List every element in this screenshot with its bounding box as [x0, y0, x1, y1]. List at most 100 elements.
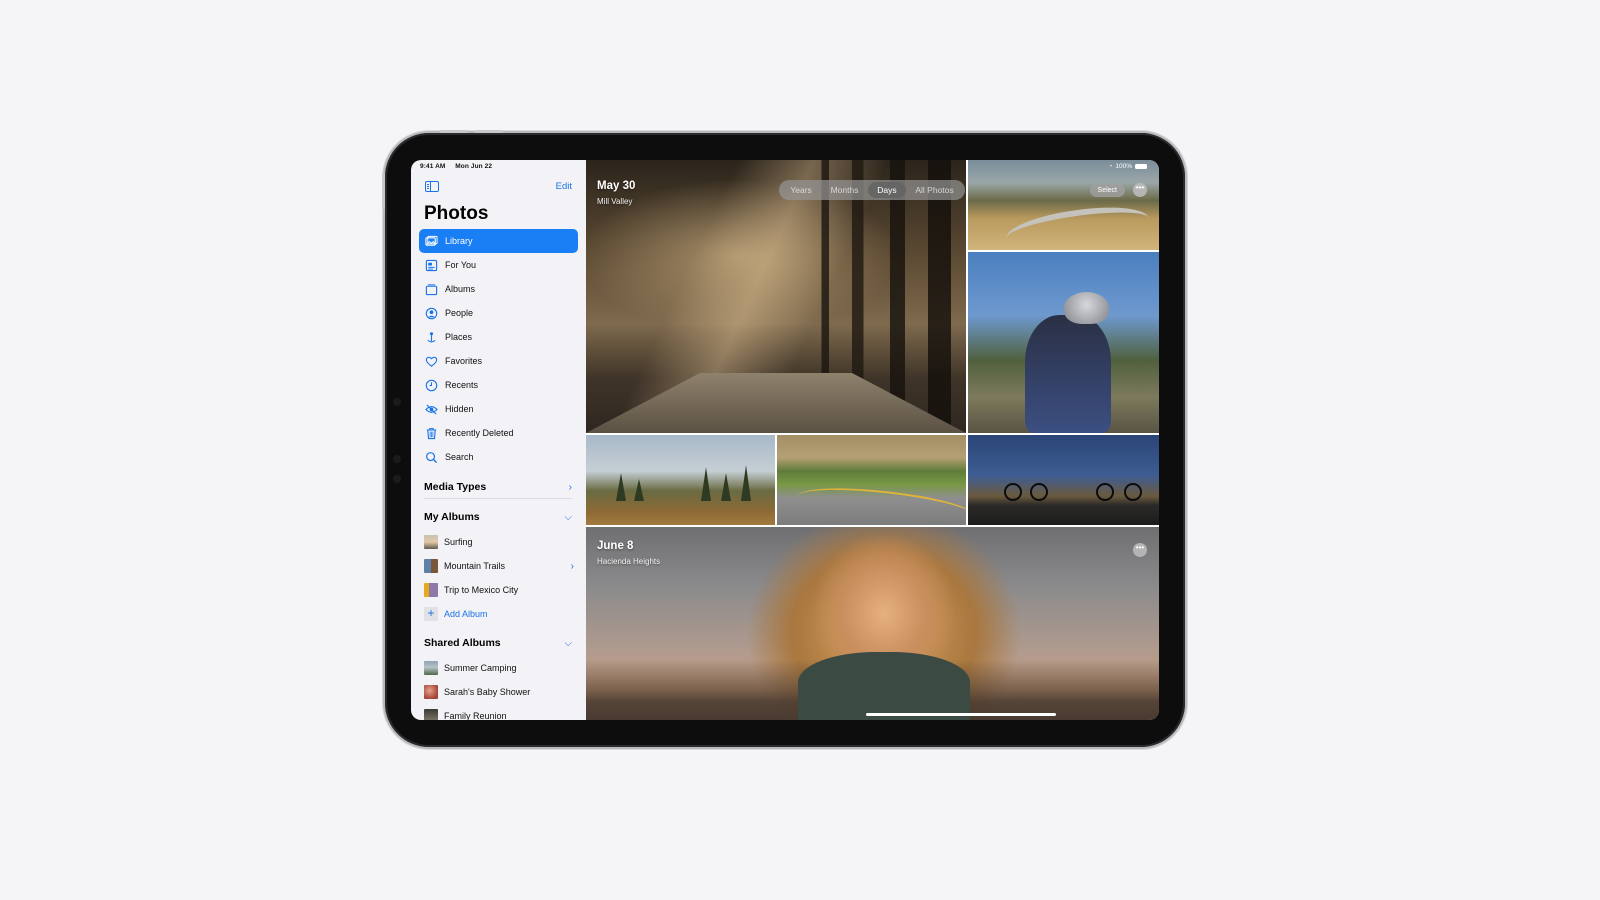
section-label: Shared Albums	[424, 637, 501, 649]
album-item-surfing[interactable]: Surfing	[424, 530, 574, 554]
search-icon	[425, 451, 438, 464]
camera-dot	[393, 475, 401, 483]
photo-detail	[1124, 483, 1142, 501]
sidebar-item-for-you[interactable]: For You	[419, 253, 578, 277]
status-date: Mon Jun 22	[455, 163, 493, 170]
album-label: Surfing	[444, 537, 473, 547]
sidebar-item-label: For You	[445, 260, 477, 270]
sidebar-item-label: Search	[445, 452, 474, 462]
media-types-header[interactable]: Media Types ›	[424, 477, 572, 497]
photo-detail	[1030, 483, 1048, 501]
photo-portrait-woman[interactable]	[586, 527, 1159, 720]
my-albums-list: Surfing Mountain Trails › Trip to Mexico…	[424, 530, 574, 626]
status-bar-left: 9:41 AM Mon Jun 22	[420, 163, 500, 170]
places-icon	[425, 331, 438, 344]
album-thumbnail	[424, 661, 438, 675]
sidebar-item-recently-deleted[interactable]: Recently Deleted	[419, 421, 578, 445]
tab-months[interactable]: Months	[821, 182, 868, 198]
album-label: Summer Camping	[444, 663, 517, 673]
photo-silhouette-cyclists[interactable]	[968, 435, 1159, 525]
sidebar-item-label: Places	[445, 332, 473, 342]
sidebar-nav: Library For You Albums People Places Fav…	[419, 229, 578, 469]
sidebar-item-search[interactable]: Search	[419, 445, 578, 469]
photo-forest-cyclists[interactable]	[586, 160, 966, 433]
album-item-sarahs-baby-shower[interactable]: Sarah's Baby Shower	[424, 680, 574, 704]
trash-icon	[425, 427, 438, 440]
edit-button[interactable]: Edit	[556, 181, 572, 192]
photo-hills-road[interactable]	[968, 160, 1159, 250]
album-label: Mountain Trails	[444, 561, 506, 571]
wifi-icon: ◔	[1108, 163, 1113, 170]
add-album-button[interactable]: + Add Album	[424, 602, 574, 626]
photo-detail	[1096, 483, 1114, 501]
album-label: Trip to Mexico City	[444, 585, 519, 595]
home-indicator[interactable]	[866, 713, 1056, 716]
photo-detail	[1004, 199, 1152, 250]
photo-detail	[1004, 483, 1022, 501]
photo-detail	[701, 467, 711, 501]
sidebar-item-people[interactable]: People	[419, 301, 578, 325]
people-icon	[425, 307, 438, 320]
photo-detail	[616, 473, 626, 501]
library-icon	[425, 235, 438, 248]
eye-slash-icon	[425, 403, 438, 416]
select-button[interactable]: Select	[1089, 184, 1125, 197]
photo-detail	[634, 479, 644, 501]
group-date: June 8	[597, 540, 634, 552]
screen: 9:41 AM Mon Jun 22 Edit Photos Library F…	[411, 160, 1159, 720]
sidebar-item-label: Albums	[445, 284, 476, 294]
ellipsis-icon[interactable]: •••	[1133, 543, 1147, 557]
add-album-label: Add Album	[444, 609, 488, 619]
sidebar-item-label: Hidden	[445, 404, 474, 414]
sidebar-item-hidden[interactable]: Hidden	[419, 397, 578, 421]
top-button	[440, 130, 468, 133]
album-item-trip-to-mexico-city[interactable]: Trip to Mexico City	[424, 578, 574, 602]
album-thumbnail	[424, 709, 438, 720]
battery-percent: 100%	[1115, 163, 1132, 170]
sidebar-item-places[interactable]: Places	[419, 325, 578, 349]
shared-albums-header[interactable]: Shared Albums ⌵	[424, 633, 572, 653]
photo-cyclist-portrait[interactable]	[968, 252, 1159, 433]
photo-detail	[1025, 315, 1112, 433]
album-label: Family Reunion	[444, 711, 507, 720]
photo-detail	[794, 478, 966, 525]
album-item-summer-camping[interactable]: Summer Camping	[424, 656, 574, 680]
camera-dot	[393, 398, 401, 406]
sidebar-icon[interactable]	[425, 181, 439, 192]
ellipsis-icon[interactable]: •••	[1133, 183, 1147, 197]
tab-all-photos[interactable]: All Photos	[906, 182, 963, 198]
my-albums-header[interactable]: My Albums ⌵	[424, 507, 572, 527]
photo-foggy-trees[interactable]	[586, 435, 775, 525]
tab-years[interactable]: Years	[781, 182, 821, 198]
group-location: Mill Valley	[597, 197, 633, 206]
heart-icon	[425, 355, 438, 368]
chevron-down-icon: ⌵	[564, 511, 572, 523]
sidebar-item-favorites[interactable]: Favorites	[419, 349, 578, 373]
chevron-right-icon: ›	[570, 560, 574, 572]
photo-detail	[741, 465, 751, 501]
album-thumbnail	[424, 685, 438, 699]
tab-days[interactable]: Days	[867, 182, 906, 198]
side-button	[382, 173, 385, 209]
ipad-device: 9:41 AM Mon Jun 22 Edit Photos Library F…	[382, 130, 1185, 747]
chevron-right-icon: ›	[568, 481, 572, 493]
photo-road-cyclists[interactable]	[777, 435, 966, 525]
album-item-mountain-trails[interactable]: Mountain Trails ›	[424, 554, 574, 578]
sidebar-item-albums[interactable]: Albums	[419, 277, 578, 301]
sidebar-item-label: Recents	[445, 380, 479, 390]
group-date: May 30	[597, 180, 636, 192]
sidebar-item-label: Library	[445, 236, 473, 246]
albums-icon	[425, 283, 438, 296]
album-thumbnail	[424, 559, 438, 573]
section-label: My Albums	[424, 511, 480, 523]
page-title: Photos	[424, 203, 489, 224]
status-time: 9:41 AM	[420, 163, 446, 170]
album-item-family-reunion[interactable]: Family Reunion	[424, 704, 574, 720]
for-you-icon	[425, 259, 438, 272]
sidebar-item-library[interactable]: Library	[419, 229, 578, 253]
sidebar-item-recents[interactable]: Recents	[419, 373, 578, 397]
top-button	[475, 130, 503, 133]
view-segmented-control: Years Months Days All Photos	[779, 180, 965, 200]
group-location: Hacienda Heights	[597, 557, 661, 566]
camera-dot	[393, 455, 401, 463]
